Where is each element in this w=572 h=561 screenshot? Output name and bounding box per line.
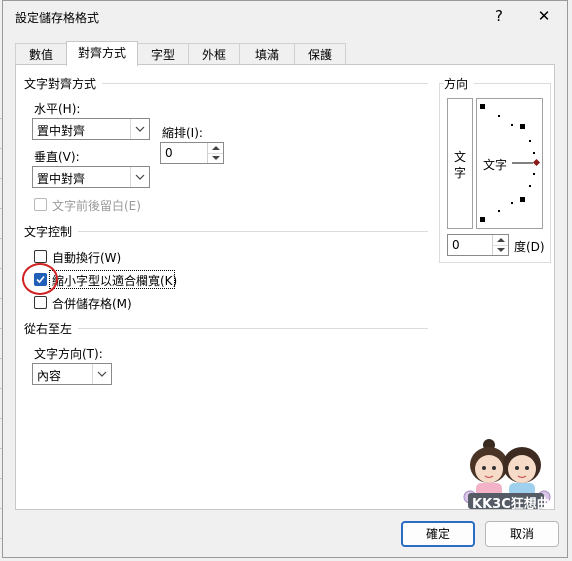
indent-spin-buttons — [207, 143, 223, 163]
vertical-text-char: 文 — [453, 150, 466, 164]
horizontal-select-value: 置中對齊 — [37, 124, 86, 138]
help-button[interactable]: ? — [485, 5, 513, 27]
tab-fill[interactable]: 填滿 — [239, 43, 295, 65]
cancel-button[interactable]: 取消 — [485, 521, 559, 547]
text-control-title: 文字控制 — [24, 223, 79, 240]
chevron-down-icon — [130, 119, 149, 139]
indent-stepper[interactable]: 0 — [160, 142, 224, 164]
degrees-stepper[interactable]: 0 — [447, 234, 509, 256]
tab-font[interactable]: 字型 — [137, 43, 189, 65]
indent-value: 0 — [165, 146, 173, 160]
orientation-title: 方向 — [444, 75, 475, 92]
tab-border[interactable]: 外框 — [188, 43, 240, 65]
indent-label: 縮排(I): — [162, 126, 203, 140]
wrap-text-checkbox[interactable] — [34, 250, 47, 263]
tab-alignment[interactable]: 對齊方式 — [66, 41, 138, 66]
kk3c-watermark-logo: KK3C狂想曲 — [456, 437, 554, 512]
tab-protection[interactable]: 保護 — [294, 43, 346, 65]
merge-cells-label: 合併儲存格(M) — [52, 297, 132, 311]
text-direction-value: 內容 — [37, 369, 62, 383]
wrap-text-label: 自動換行(W) — [52, 251, 122, 265]
dialog-title: 設定儲存格格式 — [15, 11, 100, 25]
vertical-text-char: 字 — [453, 166, 466, 180]
tab-number[interactable]: 數值 — [15, 43, 67, 65]
section-divider — [24, 328, 428, 329]
title-bar: 設定儲存格格式 ? ✕ — [3, 1, 567, 31]
degrees-label: 度(D) — [514, 240, 545, 254]
orientation-dial[interactable]: 文字 — [476, 98, 543, 229]
horizontal-select[interactable]: 置中對齊 — [32, 118, 150, 140]
spin-down-icon[interactable] — [208, 153, 223, 163]
vertical-select-value: 置中對齊 — [37, 172, 86, 186]
vertical-text-option[interactable]: 文 字 — [447, 98, 473, 229]
format-cells-dialog: 設定儲存格格式 ? ✕ 數值 對齊方式 字型 外框 填滿 保護 文字對齊方式 水… — [2, 0, 568, 558]
text-direction-label: 文字方向(T): — [34, 347, 103, 361]
close-button[interactable]: ✕ — [530, 5, 558, 27]
justify-distributed-checkbox[interactable] — [34, 198, 47, 211]
text-direction-select[interactable]: 內容 — [32, 363, 112, 385]
horizontal-label: 水平(H): — [34, 102, 81, 116]
spin-down-icon[interactable] — [493, 245, 508, 255]
chevron-down-icon — [130, 167, 149, 187]
ok-button[interactable]: 確定 — [401, 521, 475, 547]
justify-distributed-label: 文字前後留白(E) — [52, 199, 141, 213]
vertical-label: 垂直(V): — [34, 150, 80, 164]
degrees-spin-buttons — [492, 235, 508, 255]
degrees-value: 0 — [452, 238, 460, 252]
orientation-preview-text: 文字 — [483, 158, 508, 172]
shrink-to-fit-label: 縮小字型以適合欄寬(K) — [52, 274, 178, 288]
section-divider — [24, 231, 428, 232]
alignment-panel: 文字對齊方式 水平(H): 置中對齊 縮排(I): 0 垂直(V): 置中對齊 … — [15, 64, 555, 512]
rtl-title: 從右至左 — [24, 320, 79, 337]
text-alignment-title: 文字對齊方式 — [24, 75, 103, 92]
chevron-down-icon — [92, 364, 111, 384]
vertical-select[interactable]: 置中對齊 — [32, 166, 150, 188]
merge-cells-checkbox[interactable] — [34, 296, 47, 309]
watermark-text: KK3C狂想曲 — [472, 497, 550, 512]
highlight-circle — [22, 263, 58, 295]
